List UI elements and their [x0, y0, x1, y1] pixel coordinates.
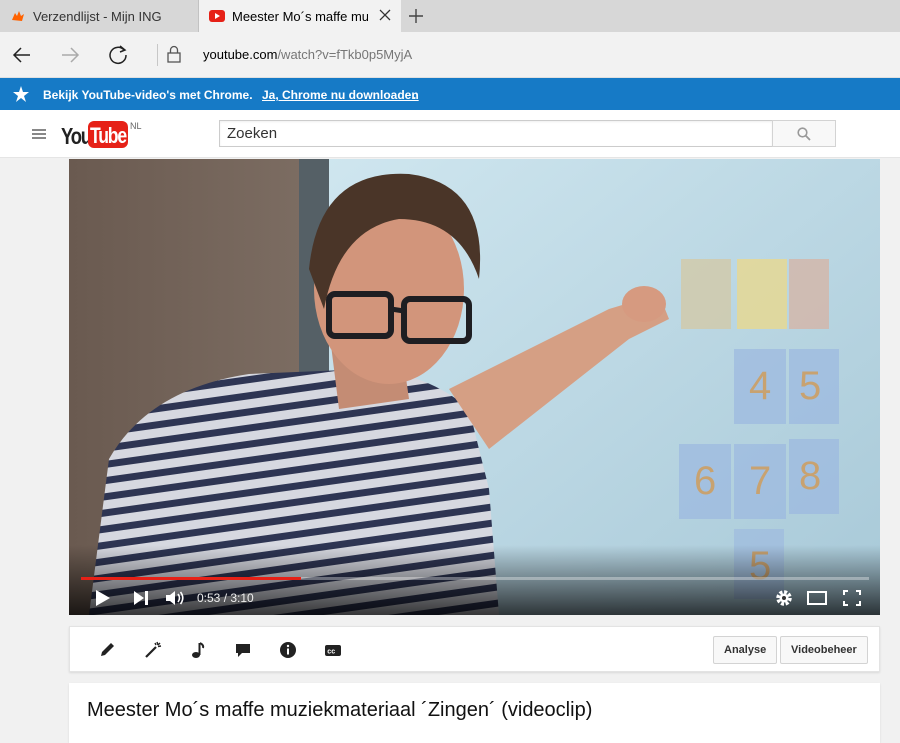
- progress-played: [81, 577, 301, 580]
- search-input[interactable]: Zoeken: [219, 120, 773, 147]
- youtube-masthead: You Tube NL Zoeken: [0, 110, 900, 158]
- address-bar: youtube.com/watch?v=fTkb0p5MyjA: [0, 32, 900, 78]
- video-player[interactable]: 4 5 6 7 8 5 0:53 / 3:10: [69, 159, 880, 615]
- cc-icon[interactable]: cc: [323, 640, 343, 660]
- logo-text-tube: Tube: [90, 123, 127, 148]
- analytics-button[interactable]: Analyse: [713, 636, 778, 664]
- progress-bar[interactable]: [81, 577, 869, 580]
- svg-text:6: 6: [694, 459, 716, 503]
- svg-text:8: 8: [799, 454, 821, 498]
- new-tab-icon[interactable]: [406, 6, 426, 26]
- search-button[interactable]: [772, 120, 836, 147]
- magic-wand-icon[interactable]: [143, 640, 163, 660]
- menu-icon[interactable]: [32, 128, 46, 140]
- url-host: youtube.com: [203, 47, 278, 62]
- tab-youtube[interactable]: Meester Mo´s maffe mu: [199, 0, 401, 32]
- video-manager-button[interactable]: Videobeheer: [780, 636, 868, 664]
- settings-gear-icon[interactable]: [772, 587, 796, 609]
- close-tab-icon[interactable]: [377, 7, 393, 23]
- ing-lion-icon: [12, 11, 24, 21]
- youtube-icon: [209, 10, 225, 22]
- forward-arrow-icon[interactable]: [58, 43, 82, 67]
- controls-gradient: [69, 545, 880, 615]
- tab-title: Meester Mo´s maffe mu: [232, 9, 368, 24]
- svg-text:cc: cc: [327, 649, 335, 656]
- chrome-promo-banner: Bekijk YouTube-video's met Chrome. Ja, C…: [0, 78, 900, 110]
- search-icon: [797, 127, 811, 141]
- fullscreen-icon[interactable]: [840, 587, 864, 609]
- video-info-card: Meester Mo´s maffe muziekmateriaal ´Zing…: [69, 683, 880, 743]
- logo-text-you: You: [61, 123, 92, 149]
- back-arrow-icon[interactable]: [10, 43, 34, 67]
- promo-suffix: .: [413, 88, 417, 102]
- time-display: 0:53 / 3:10: [197, 591, 254, 605]
- url-field[interactable]: youtube.com/watch?v=fTkb0p5MyjA: [203, 47, 412, 62]
- star-icon: [13, 86, 29, 102]
- music-note-icon[interactable]: [188, 640, 208, 660]
- lock-icon[interactable]: [166, 44, 182, 64]
- url-path: /watch?v=fTkb0p5MyjA: [277, 47, 413, 62]
- svg-text:5: 5: [799, 364, 821, 408]
- refresh-icon[interactable]: [106, 43, 130, 67]
- speech-bubble-icon[interactable]: [233, 640, 253, 660]
- play-icon[interactable]: [91, 587, 115, 609]
- svg-text:7: 7: [749, 459, 771, 503]
- download-chrome-link[interactable]: Ja, Chrome nu downloaden: [262, 88, 419, 102]
- promo-message: Bekijk YouTube-video's met Chrome.: [43, 88, 253, 102]
- video-title: Meester Mo´s maffe muziekmateriaal ´Zing…: [87, 699, 593, 721]
- logo-region: NL: [130, 121, 142, 131]
- creator-toolbar: cc Analyse Videobeheer: [69, 626, 880, 672]
- next-icon[interactable]: [129, 587, 153, 609]
- tab-title: Verzendlijst - Mijn ING: [33, 9, 162, 24]
- info-icon[interactable]: [278, 640, 298, 660]
- browser-tab-strip: Verzendlijst - Mijn ING Meester Mo´s maf…: [0, 0, 900, 32]
- tab-ing[interactable]: Verzendlijst - Mijn ING: [0, 0, 199, 32]
- svg-text:4: 4: [749, 364, 771, 408]
- youtube-logo[interactable]: You Tube: [61, 119, 131, 149]
- toolbar-separator: [157, 44, 158, 66]
- volume-icon[interactable]: [163, 587, 187, 609]
- pencil-icon[interactable]: [97, 640, 117, 660]
- theater-mode-icon[interactable]: [805, 587, 829, 609]
